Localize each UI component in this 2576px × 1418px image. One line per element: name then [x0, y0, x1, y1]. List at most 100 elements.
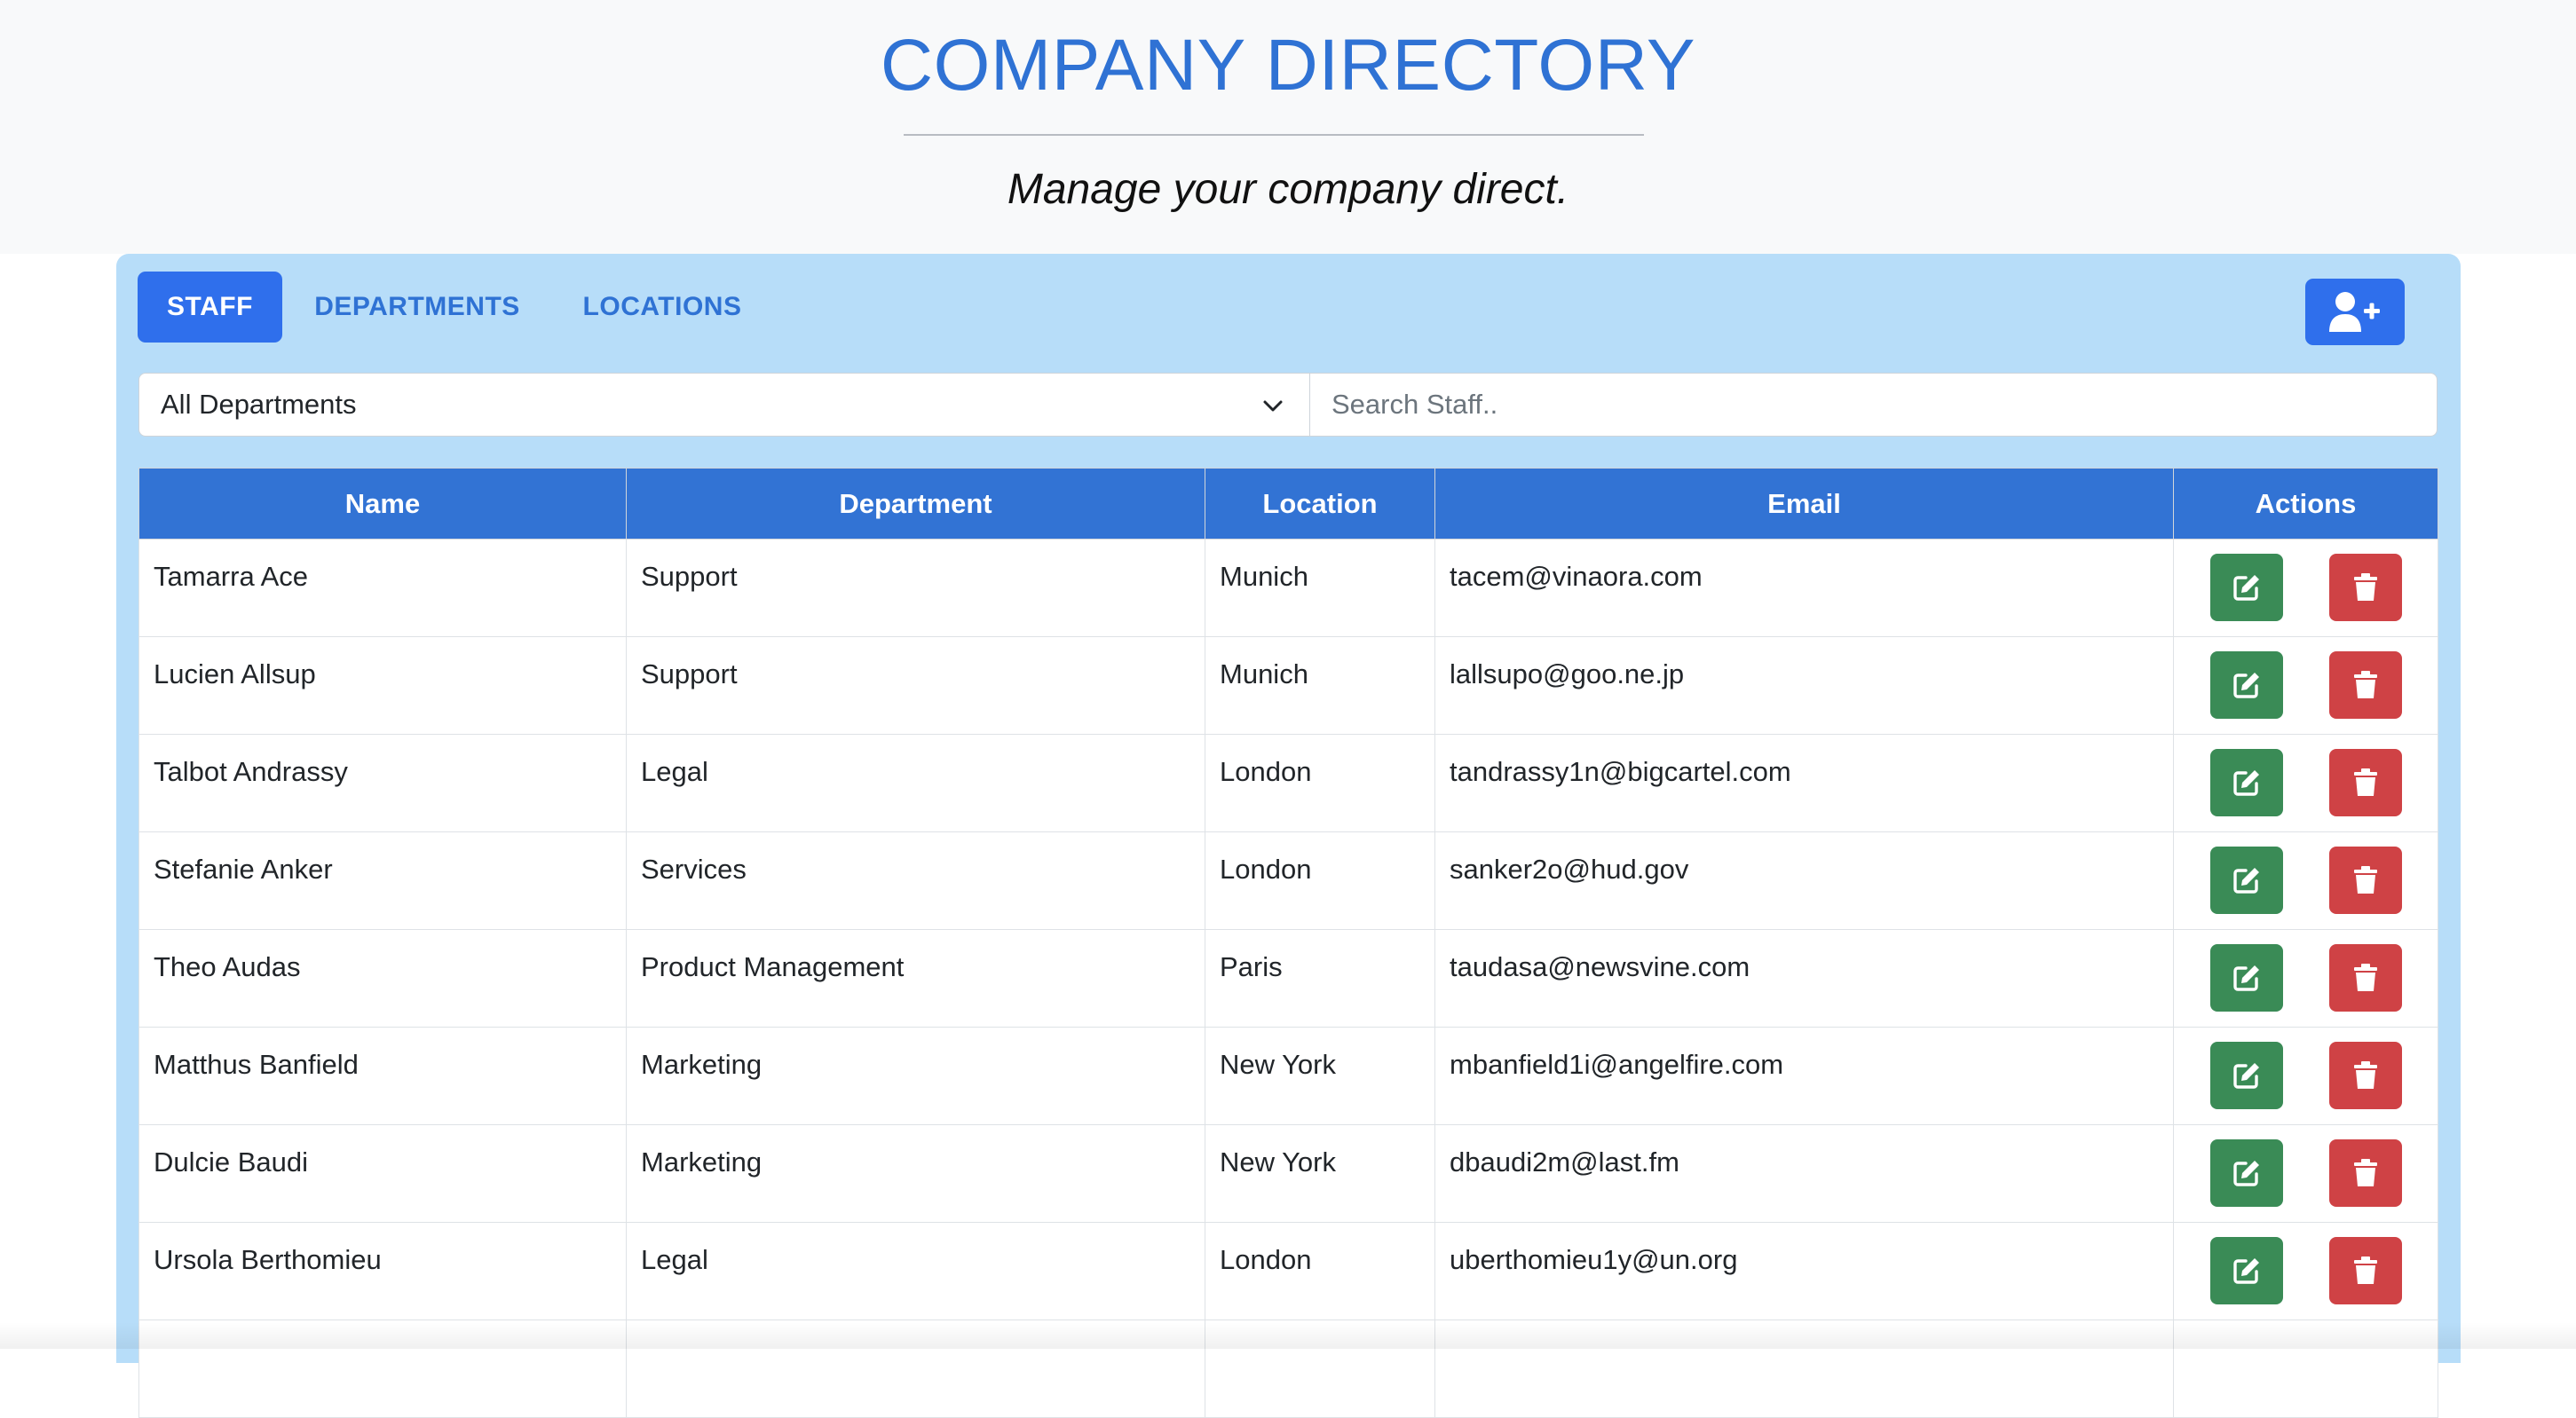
- cell-location: Munich: [1205, 539, 1435, 637]
- edit-icon: [2232, 770, 2259, 796]
- column-header-email[interactable]: Email: [1434, 468, 2174, 540]
- cell-name: Matthus Banfield: [138, 1027, 627, 1125]
- cell-location: Munich: [1205, 636, 1435, 735]
- page-header: COMPANY DIRECTORY Manage your company di…: [0, 0, 2576, 254]
- delete-button[interactable]: [2328, 1139, 2402, 1207]
- edit-icon: [2232, 1258, 2259, 1284]
- delete-button[interactable]: [2328, 944, 2402, 1012]
- edit-button[interactable]: [2209, 554, 2283, 621]
- table-row[interactable]: Theo Audas Product Management Paris taudasa…: [138, 929, 2438, 1028]
- edit-button[interactable]: [2209, 651, 2283, 719]
- delete-button[interactable]: [2328, 1042, 2402, 1109]
- cell-email: uberthomieu1y@un.org: [1434, 1222, 2174, 1320]
- department-filter-select[interactable]: All Departments: [138, 373, 1310, 437]
- department-filter-value: All Departments: [161, 389, 357, 420]
- edit-icon: [2232, 673, 2259, 698]
- cell-department: Legal: [626, 1222, 1205, 1320]
- table-header-row: Name Department Location Email Actions: [138, 468, 2438, 540]
- trash-icon: [2353, 768, 2377, 796]
- cell-email: lallsupo@goo.ne.jp: [1434, 636, 2174, 735]
- cell-department: Marketing: [626, 1124, 1205, 1223]
- cell-location: Paris: [1205, 929, 1435, 1028]
- row-actions: [2174, 651, 2438, 719]
- staff-table: Name Department Location Email Actions T…: [138, 468, 2438, 1418]
- cell-name: Lucien Allsup: [138, 636, 627, 735]
- cell-name: Stefanie Anker: [138, 831, 627, 930]
- cell-location: New York: [1205, 1124, 1435, 1223]
- tab-locations[interactable]: LOCATIONS: [565, 272, 760, 343]
- cell-actions: [2173, 929, 2438, 1028]
- cell-department: Support: [626, 539, 1205, 637]
- cell-actions: [2173, 1027, 2438, 1125]
- delete-button[interactable]: [2328, 651, 2402, 719]
- cell-location: New York: [1205, 1027, 1435, 1125]
- cell-department: Legal: [626, 734, 1205, 832]
- column-header-location[interactable]: Location: [1205, 468, 1435, 540]
- cell-email: mbanfield1i@angelfire.com: [1434, 1027, 2174, 1125]
- row-actions: [2174, 749, 2438, 816]
- cell-actions: [2173, 831, 2438, 930]
- delete-button[interactable]: [2328, 847, 2402, 914]
- cell-actions: [2173, 636, 2438, 735]
- trash-icon: [2353, 573, 2377, 601]
- delete-button[interactable]: [2328, 749, 2402, 816]
- row-actions: [2174, 1042, 2438, 1109]
- table-row[interactable]: Dulcie Baudi Marketing New York dbaudi2m@la…: [138, 1124, 2438, 1223]
- trash-icon: [2353, 866, 2377, 894]
- cell-location: London: [1205, 1222, 1435, 1320]
- edit-button[interactable]: [2209, 1042, 2283, 1109]
- table-row[interactable]: Matthus Banfield Marketing New York mbanfie…: [138, 1027, 2438, 1125]
- page-subtitle: Manage your company direct.: [1007, 166, 1569, 213]
- cell-email: tandrassy1n@bigcartel.com: [1434, 734, 2174, 832]
- column-header-name[interactable]: Name: [138, 468, 627, 540]
- cell-department: Marketing: [626, 1027, 1205, 1125]
- cell-location: London: [1205, 831, 1435, 930]
- cell-actions: [2173, 1124, 2438, 1223]
- cell-email: taudasa@newsvine.com: [1434, 929, 2174, 1028]
- cell-email: dbaudi2m@last.fm: [1434, 1124, 2174, 1223]
- edit-button[interactable]: [2209, 944, 2283, 1012]
- cell-name: Tamarra Ace: [138, 539, 627, 637]
- cell-email: tacem@vinaora.com: [1434, 539, 2174, 637]
- page-title: COMPANY DIRECTORY: [880, 25, 1696, 106]
- trash-icon: [2353, 1061, 2377, 1089]
- cell-department: Services: [626, 831, 1205, 930]
- row-actions: [2174, 847, 2438, 914]
- table-row[interactable]: Tamarra Ace Support Munich tacem@vinaora.co…: [138, 539, 2438, 637]
- add-staff-button[interactable]: [2305, 279, 2405, 345]
- trash-icon: [2353, 1159, 2377, 1186]
- edit-button[interactable]: [2209, 749, 2283, 816]
- tab-departments[interactable]: DEPARTMENTS: [302, 272, 533, 343]
- trash-icon: [2353, 964, 2377, 991]
- trash-icon: [2353, 671, 2377, 698]
- cell-name: Talbot Andrassy: [138, 734, 627, 832]
- row-actions: [2174, 1237, 2438, 1304]
- row-actions: [2174, 1139, 2438, 1207]
- trash-icon: [2353, 1257, 2377, 1284]
- tab-staff[interactable]: STAFF: [138, 272, 282, 343]
- delete-button[interactable]: [2328, 1237, 2402, 1304]
- title-divider: [904, 134, 1644, 136]
- table-row[interactable]: Stefanie Anker Services London sanker2o@hud…: [138, 831, 2438, 930]
- edit-icon: [2232, 965, 2259, 991]
- row-actions: [2174, 944, 2438, 1012]
- cell-location: London: [1205, 734, 1435, 832]
- edit-button[interactable]: [2209, 1139, 2283, 1207]
- table-row[interactable]: Lucien Allsup Support Munich lallsupo@goo.n…: [138, 636, 2438, 735]
- cell-name: Theo Audas: [138, 929, 627, 1028]
- edit-button[interactable]: [2209, 847, 2283, 914]
- chevron-down-icon: [1263, 400, 1283, 412]
- edit-icon: [2232, 1161, 2259, 1186]
- delete-button[interactable]: [2328, 554, 2402, 621]
- cell-name: Ursola Berthomieu: [138, 1222, 627, 1320]
- search-staff-input[interactable]: [1309, 373, 2438, 437]
- edit-icon: [2232, 1063, 2259, 1089]
- cell-actions: [2173, 539, 2438, 637]
- column-header-actions: Actions: [2173, 468, 2438, 540]
- cell-department: Support: [626, 636, 1205, 735]
- table-row[interactable]: Talbot Andrassy Legal London tandrassy1n@bi…: [138, 734, 2438, 832]
- column-header-department[interactable]: Department: [626, 468, 1205, 540]
- table-row[interactable]: Ursola Berthomieu Legal London uberthomieu1…: [138, 1222, 2438, 1320]
- cell-actions: [2173, 734, 2438, 832]
- edit-button[interactable]: [2209, 1237, 2283, 1304]
